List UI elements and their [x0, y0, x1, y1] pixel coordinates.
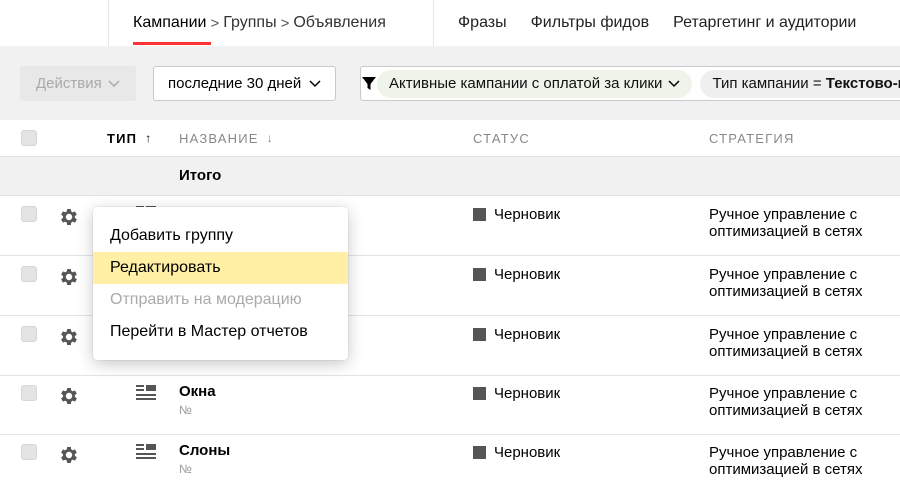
- active-tab-indicator: [133, 42, 211, 45]
- sort-asc-icon: ↑: [145, 131, 152, 145]
- actions-button[interactable]: Действия: [20, 66, 136, 101]
- toolbar: Действия последние 30 дней Активные камп…: [0, 46, 900, 120]
- row-checkbox[interactable]: [21, 326, 37, 342]
- filter-bar[interactable]: Активные кампании с оплатой за клики Тип…: [360, 66, 900, 101]
- status-label: Черновик: [494, 206, 561, 223]
- gear-icon[interactable]: [58, 326, 80, 348]
- select-all-checkbox[interactable]: [21, 130, 37, 146]
- status-draft-icon: [473, 446, 486, 459]
- row-checkbox[interactable]: [21, 444, 37, 460]
- status-draft-icon: [473, 328, 486, 341]
- gear-icon[interactable]: [58, 266, 80, 288]
- menu-item-add-group[interactable]: Добавить группу: [93, 220, 348, 252]
- strategy-cell: Ручное управление с оптимизацией в сетях: [709, 266, 863, 300]
- total-row: Итого: [0, 156, 900, 196]
- actions-button-label: Действия: [36, 75, 102, 92]
- campaign-name[interactable]: Окна: [179, 383, 216, 400]
- filter-chip-label: Активные кампании с оплатой за клики: [389, 75, 663, 92]
- column-header-name-label: Название: [179, 130, 259, 146]
- column-header-type-label: Тип: [107, 130, 138, 146]
- menu-item-report-wizard[interactable]: Перейти в Мастер отчетов: [93, 316, 348, 348]
- text-campaign-icon: [136, 444, 156, 459]
- row-checkbox[interactable]: [21, 266, 37, 282]
- status-label: Черновик: [494, 444, 561, 461]
- status-cell: Черновик: [473, 266, 560, 283]
- column-header-name[interactable]: Название ↓: [179, 120, 273, 156]
- filter-chip-operator: =: [808, 75, 826, 92]
- chevron-down-icon: [309, 79, 321, 87]
- breadcrumb-groups[interactable]: Группы: [223, 14, 276, 32]
- strategy-cell: Ручное управление с оптимизацией в сетях: [709, 206, 863, 240]
- table-row: Слоны № Черновик Ручное управление с опт…: [0, 435, 900, 490]
- status-draft-icon: [473, 208, 486, 221]
- menu-item-edit[interactable]: Редактировать: [93, 252, 348, 284]
- column-header-type[interactable]: Тип ↑: [107, 120, 151, 156]
- nav-divider: [108, 0, 109, 46]
- row-checkbox[interactable]: [21, 385, 37, 401]
- breadcrumb: Кампании > Группы > Объявления: [133, 0, 386, 46]
- gear-icon[interactable]: [58, 206, 80, 228]
- menu-item-send-to-moderation: Отправить на модерацию: [110, 291, 302, 308]
- breadcrumb-ads[interactable]: Объявления: [293, 14, 386, 32]
- status-cell: Черновик: [473, 444, 560, 461]
- total-label: Итого: [179, 167, 222, 184]
- row-checkbox[interactable]: [21, 206, 37, 222]
- filter-chip-campaign-type[interactable]: Тип кампании = Текстово-графические: [700, 69, 900, 98]
- gear-icon[interactable]: [58, 444, 80, 466]
- status-label: Черновик: [494, 326, 561, 343]
- status-label: Черновик: [494, 385, 561, 402]
- campaign-number: №: [179, 403, 192, 417]
- column-header-status[interactable]: Статус: [473, 120, 530, 156]
- strategy-cell: Ручное управление с оптимизацией в сетях: [709, 326, 863, 360]
- sort-desc-icon: ↓: [266, 131, 273, 145]
- column-header-strategy[interactable]: Стратегия: [709, 120, 795, 156]
- breadcrumb-campaigns[interactable]: Кампании: [133, 14, 207, 32]
- status-cell: Черновик: [473, 206, 560, 223]
- gear-icon[interactable]: [58, 385, 80, 407]
- filter-chip-value: Текстово-графические: [825, 75, 900, 92]
- table-row: Окна № Черновик Ручное управление с опти…: [0, 376, 900, 435]
- status-draft-icon: [473, 387, 486, 400]
- status-draft-icon: [473, 268, 486, 281]
- chevron-down-icon: [108, 79, 120, 87]
- filter-chip-active-campaigns[interactable]: Активные кампании с оплатой за клики: [377, 69, 693, 98]
- breadcrumb-separator: >: [210, 14, 220, 32]
- status-cell: Черновик: [473, 385, 560, 402]
- top-navigation: Кампании > Группы > Объявления Фразы Фил…: [0, 0, 900, 46]
- filter-icon[interactable]: [361, 67, 377, 100]
- campaign-name[interactable]: Слоны: [179, 442, 230, 459]
- breadcrumb-separator: >: [280, 14, 290, 32]
- period-select-label: последние 30 дней: [168, 75, 302, 92]
- strategy-cell: Ручное управление с оптимизацией в сетях: [709, 444, 863, 478]
- filter-chip-key: Тип кампании: [712, 75, 809, 92]
- table-header: Тип ↑ Название ↓ Статус Стратегия: [0, 120, 900, 156]
- column-header-strategy-label: Стратегия: [709, 130, 795, 146]
- chevron-down-icon: [668, 79, 680, 87]
- strategy-cell: Ручное управление с оптимизацией в сетях: [709, 385, 863, 419]
- period-select[interactable]: последние 30 дней: [153, 66, 336, 101]
- row-context-menu: Добавить группу Редактировать Отправить …: [93, 207, 348, 360]
- nav-divider: [433, 0, 434, 46]
- nav-link-retargeting[interactable]: Ретаргетинг и аудитории: [673, 14, 856, 32]
- status-label: Черновик: [494, 266, 561, 283]
- nav-link-feed-filters[interactable]: Фильтры фидов: [531, 14, 650, 32]
- text-campaign-icon: [136, 385, 156, 400]
- nav-links: Фразы Фильтры фидов Ретаргетинг и аудито…: [458, 0, 880, 46]
- column-header-status-label: Статус: [473, 130, 530, 146]
- campaign-number: №: [179, 462, 192, 476]
- status-cell: Черновик: [473, 326, 560, 343]
- nav-link-phrases[interactable]: Фразы: [458, 14, 507, 32]
